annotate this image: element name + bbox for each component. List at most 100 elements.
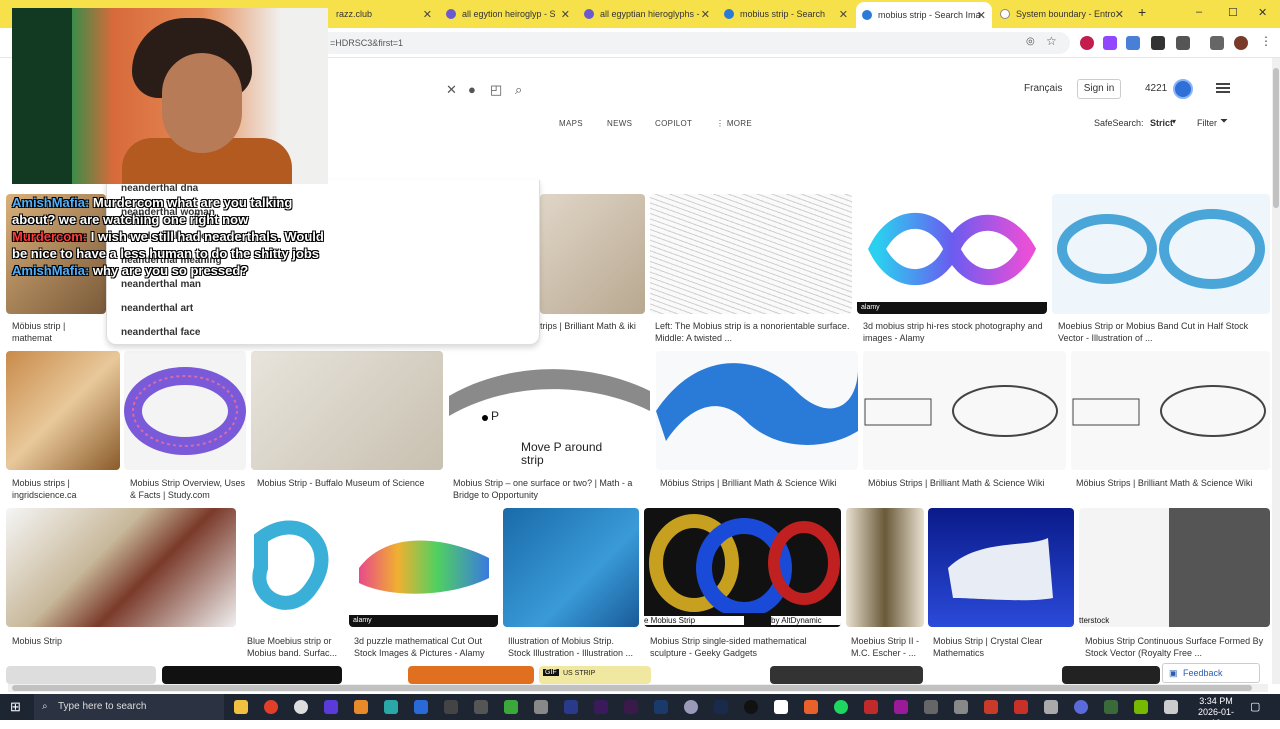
result-image[interactable] (1052, 194, 1270, 314)
app-icon[interactable] (1044, 700, 1058, 714)
result-image[interactable] (1062, 666, 1160, 684)
tab-mobius-images[interactable]: mobius strip - Search Ima ✕ (856, 2, 992, 28)
result-image[interactable] (6, 508, 236, 627)
result-caption[interactable]: Illustration of Mobius Strip. Stock Illu… (508, 635, 639, 659)
close-tab-icon[interactable]: ✕ (839, 8, 848, 21)
result-caption[interactable]: Möbius Strips | Brilliant Math & Science… (660, 477, 858, 489)
result-caption[interactable]: Möbius Strips | Brilliant Math & Science… (1076, 477, 1270, 489)
extension-icon[interactable] (1080, 36, 1094, 50)
result-caption[interactable]: Mobius Strip Overview, Uses & Facts | St… (130, 477, 246, 501)
app-icon[interactable] (984, 700, 998, 714)
star-icon[interactable]: ☆ (1046, 34, 1057, 48)
result-caption[interactable]: 3d mobius strip hi-res stock photography… (863, 320, 1043, 344)
premiere-icon[interactable] (624, 700, 638, 714)
close-tab-icon[interactable]: ✕ (423, 8, 432, 21)
new-tab-button[interactable]: + (1138, 4, 1146, 20)
tab-system-boundary[interactable]: System boundary - Entro ✕ (994, 3, 1130, 25)
result-image[interactable]: P Move P around strip (449, 351, 650, 470)
filter-button[interactable]: Filter (1197, 118, 1217, 128)
app-icon[interactable] (444, 700, 458, 714)
result-image[interactable] (6, 666, 156, 684)
result-image[interactable] (928, 508, 1074, 627)
app-icon[interactable] (354, 700, 368, 714)
tab-maps[interactable]: MAPS (559, 119, 583, 128)
scrollbar-thumb[interactable] (1273, 68, 1279, 208)
result-caption[interactable]: Mobius Strip - Buffalo Museum of Science (257, 477, 443, 489)
extension-icon[interactable] (1210, 36, 1224, 50)
result-image[interactable] (650, 194, 852, 314)
result-image[interactable] (656, 351, 858, 470)
result-caption[interactable]: Mobius strips | ingridscience.ca (12, 477, 120, 501)
puzzle-icon[interactable] (1176, 36, 1190, 50)
sign-in-button[interactable]: Sign in (1077, 79, 1121, 99)
result-caption[interactable]: Mobius Strip (12, 635, 236, 647)
result-image[interactable]: tterstock (1079, 508, 1270, 627)
clock[interactable]: 3:34 PM 2026-01-19 (1196, 696, 1236, 729)
app-icon[interactable] (774, 700, 788, 714)
steam-icon[interactable] (714, 700, 728, 714)
result-image[interactable] (408, 666, 534, 684)
result-image[interactable]: e Mobius Strip by AltDynamic (644, 508, 841, 627)
tab-mobius-search[interactable]: mobius strip - Search ✕ (718, 3, 854, 25)
app-icon[interactable] (504, 700, 518, 714)
app-icon[interactable] (864, 700, 878, 714)
result-caption[interactable]: Left: The Mobius strip is a nonorientabl… (655, 320, 850, 344)
close-tab-icon[interactable]: ✕ (977, 9, 986, 22)
tab-hieroglyphs[interactable]: all egyptian hieroglyphs - ✕ (578, 3, 716, 25)
result-caption[interactable]: trips | Brilliant Math & iki (540, 320, 645, 332)
app-icon[interactable] (954, 700, 968, 714)
result-caption[interactable]: Möbius Strips | Brilliant Math & Science… (868, 477, 1066, 489)
result-image[interactable]: GIF US STRIP (539, 666, 651, 684)
scrollbar-thumb[interactable] (12, 685, 1252, 691)
suggestion-item[interactable]: neanderthal dna (121, 183, 198, 194)
result-image[interactable]: alamy (349, 508, 498, 627)
app-icon[interactable] (684, 700, 698, 714)
filezilla-icon[interactable] (1014, 700, 1028, 714)
search-input[interactable]: ✕ ● ◰ ⌕ (320, 76, 540, 102)
app-icon[interactable] (384, 700, 398, 714)
tab-more[interactable]: ⋮ MORE (716, 119, 752, 128)
spotify-icon[interactable] (834, 700, 848, 714)
maximize-button[interactable]: ☐ (1228, 6, 1238, 19)
result-caption[interactable]: Möbius strip | mathemat (12, 320, 106, 344)
search-icon[interactable]: ⌕ (515, 82, 522, 98)
result-image[interactable] (770, 666, 923, 684)
app-icon[interactable] (1074, 700, 1088, 714)
result-image[interactable] (846, 508, 924, 627)
result-caption[interactable]: Mobius Strip Continuous Surface Formed B… (1085, 635, 1270, 659)
rewards-icon[interactable] (1173, 79, 1193, 99)
app-icon[interactable] (1164, 700, 1178, 714)
result-image[interactable]: alamy (857, 194, 1047, 314)
result-image[interactable] (503, 508, 639, 627)
notifications-icon[interactable]: ▢ (1250, 700, 1260, 713)
result-caption[interactable]: Blue Moebius strip or Mobius band. Surfa… (247, 635, 344, 659)
tab-copilot[interactable]: COPILOT (655, 119, 692, 128)
kebab-menu-icon[interactable]: ⋮ (1260, 34, 1272, 48)
horizontal-scrollbar[interactable] (8, 684, 1268, 692)
result-caption[interactable]: Mobius Strip – one surface or two? | Mat… (453, 477, 650, 501)
close-tab-icon[interactable]: ✕ (701, 8, 710, 21)
tab-hieroglyp[interactable]: all egytion heiroglyp - S ✕ (440, 3, 576, 25)
chrome-icon[interactable] (264, 700, 278, 714)
brave-icon[interactable] (804, 700, 818, 714)
suggestion-item[interactable]: neanderthal man (121, 279, 201, 290)
result-image[interactable] (540, 194, 645, 314)
result-image[interactable] (241, 508, 344, 627)
result-image[interactable] (251, 351, 443, 470)
language-link[interactable]: Français (1024, 83, 1062, 94)
rewards-points[interactable]: 4221 (1145, 83, 1167, 94)
app-icon[interactable] (1104, 700, 1118, 714)
feedback-button[interactable]: ▣ Feedback (1162, 663, 1260, 683)
photoshop-icon[interactable] (654, 700, 668, 714)
extension-icon[interactable] (1151, 36, 1165, 50)
clear-search-icon[interactable]: ✕ (446, 82, 457, 98)
safesearch-dropdown[interactable]: Strict (1150, 118, 1173, 128)
visual-search-icon[interactable]: ◰ (490, 82, 502, 98)
close-window-button[interactable]: ✕ (1258, 6, 1267, 19)
file-explorer-icon[interactable] (234, 700, 248, 714)
microphone-icon[interactable]: ● (468, 82, 476, 97)
result-caption[interactable]: Moebius Strip or Mobius Band Cut in Half… (1058, 320, 1270, 344)
app-icon[interactable] (564, 700, 578, 714)
app-icon[interactable] (324, 700, 338, 714)
result-image[interactable] (162, 666, 342, 684)
